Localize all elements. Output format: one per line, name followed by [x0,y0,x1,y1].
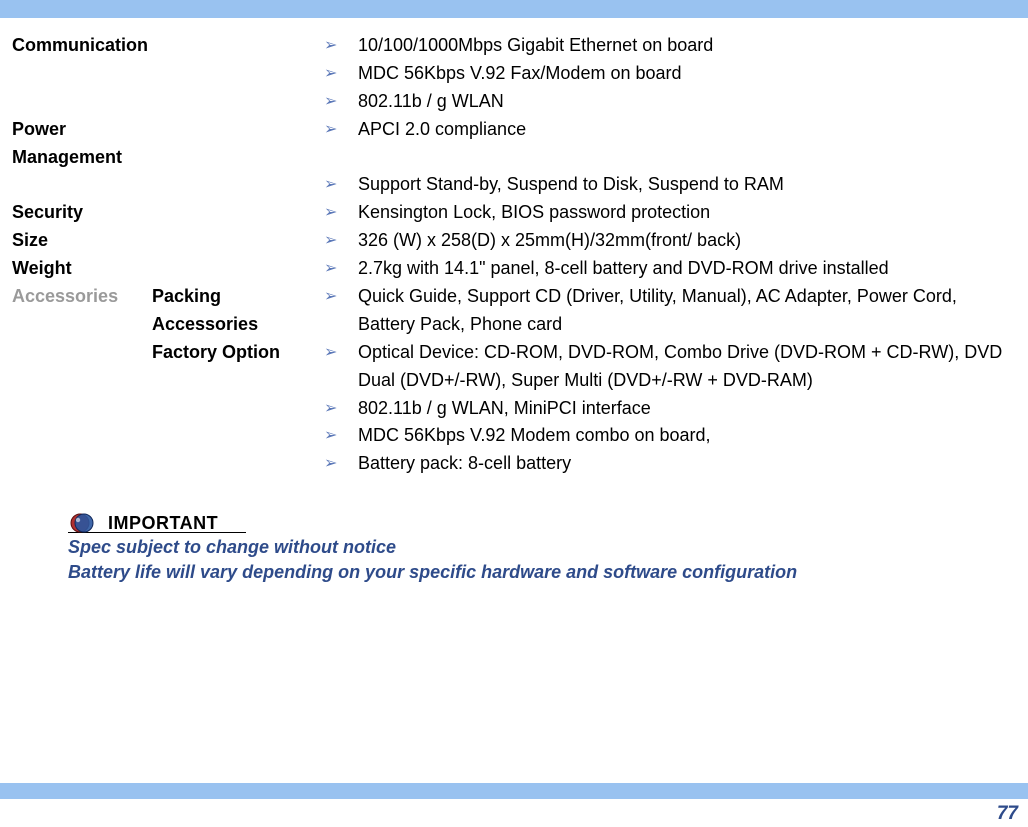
triangle-bullet-icon: ➢ [310,88,358,115]
triangle-bullet-icon: ➢ [310,283,358,310]
spec-category: Security [12,199,152,227]
spec-row: Power Management ➢APCI 2.0 compliance [12,116,1016,172]
spec-row: ➢Battery pack: 8-cell battery [12,450,1016,478]
important-notes: Spec subject to change without noticeBat… [68,535,1016,584]
spec-item-text: Kensington Lock, BIOS password protectio… [358,199,1008,227]
triangle-bullet-icon: ➢ [310,32,358,59]
header-bar [0,0,1028,18]
spec-row: Factory Option➢Optical Device: CD-ROM, D… [12,339,1016,395]
triangle-bullet-icon: ➢ [310,60,358,87]
triangle-bullet-icon: ➢ [310,450,358,477]
spec-items: ➢MDC 56Kbps V.92 Modem combo on board, [310,422,1016,450]
spec-items: ➢326 (W) x 258(D) x 25mm(H)/32mm(front/ … [310,227,1016,255]
spec-row: Security ➢Kensington Lock, BIOS password … [12,199,1016,227]
spec-row: AccessoriesPacking Accessories➢Quick Gui… [12,283,1016,339]
spec-items: ➢Quick Guide, Support CD (Driver, Utilit… [310,283,1016,339]
spec-item-text: Battery pack: 8-cell battery [358,450,1008,478]
spec-item-text: MDC 56Kbps V.92 Modem combo on board, [358,422,1008,450]
spec-item: ➢Kensington Lock, BIOS password protecti… [310,199,1016,227]
spec-row: ➢Support Stand-by, Suspend to Disk, Susp… [12,171,1016,199]
spec-item: ➢Support Stand-by, Suspend to Disk, Susp… [310,171,1016,199]
spec-items: ➢Battery pack: 8-cell battery [310,450,1016,478]
spec-items: ➢802.11b / g WLAN, MiniPCI interface [310,395,1016,423]
spec-row: Communication ➢10/100/1000Mbps Gigabit Et… [12,32,1016,60]
spec-item: ➢2.7kg with 14.1" panel, 8-cell battery … [310,255,1016,283]
footer-bar [0,783,1028,799]
important-label: IMPORTANT [108,513,218,534]
triangle-bullet-icon: ➢ [310,116,358,143]
spec-item-text: Quick Guide, Support CD (Driver, Utility… [358,283,1008,339]
spec-category: Weight [12,255,152,283]
spec-item: ➢Battery pack: 8-cell battery [310,450,1016,478]
spec-item: ➢MDC 56Kbps V.92 Fax/Modem on board [310,60,1016,88]
spec-item-text: 326 (W) x 258(D) x 25mm(H)/32mm(front/ b… [358,227,1008,255]
spec-category: Size [12,227,152,255]
important-note-line: Spec subject to change without notice [68,535,1016,559]
spec-item-text: Support Stand-by, Suspend to Disk, Suspe… [358,171,1008,199]
spec-item: ➢326 (W) x 258(D) x 25mm(H)/32mm(front/ … [310,227,1016,255]
spec-subcategory: Factory Option [152,339,310,367]
triangle-bullet-icon: ➢ [310,199,358,226]
spec-item-text: 802.11b / g WLAN [358,88,1008,116]
spec-item: ➢10/100/1000Mbps Gigabit Ethernet on boa… [310,32,1016,60]
page-number: 77 [997,803,1018,825]
spec-category: Communication [12,32,152,60]
spec-category: Power Management [12,116,152,172]
spec-row: Weight ➢2.7kg with 14.1" panel, 8-cell ba… [12,255,1016,283]
spec-items: ➢Support Stand-by, Suspend to Disk, Susp… [310,171,1016,199]
triangle-bullet-icon: ➢ [310,422,358,449]
spec-item: ➢Optical Device: CD-ROM, DVD-ROM, Combo … [310,339,1016,395]
spec-items: ➢10/100/1000Mbps Gigabit Ethernet on boa… [310,32,1016,60]
spec-table: Communication➢10/100/1000Mbps Gigabit Et… [12,32,1016,478]
triangle-bullet-icon: ➢ [310,395,358,422]
important-block: IMPORTANT Spec subject to change without… [68,512,1016,584]
spec-row: ➢MDC 56Kbps V.92 Fax/Modem on board [12,60,1016,88]
spec-item-text: 802.11b / g WLAN, MiniPCI interface [358,395,1008,423]
spec-item: ➢802.11b / g WLAN, MiniPCI interface [310,395,1016,423]
spec-item-text: 2.7kg with 14.1" panel, 8-cell battery a… [358,255,1008,283]
spec-item: ➢Quick Guide, Support CD (Driver, Utilit… [310,283,1016,339]
spec-item-text: MDC 56Kbps V.92 Fax/Modem on board [358,60,1008,88]
triangle-bullet-icon: ➢ [310,339,358,366]
important-header: IMPORTANT [68,512,248,534]
spec-item: ➢802.11b / g WLAN [310,88,1016,116]
spec-items: ➢MDC 56Kbps V.92 Fax/Modem on board [310,60,1016,88]
spec-item: ➢APCI 2.0 compliance [310,116,1016,144]
spec-subcategory: Packing Accessories [152,283,310,339]
spec-row: ➢802.11b / g WLAN, MiniPCI interface [12,395,1016,423]
spec-items: ➢APCI 2.0 compliance [310,116,1016,144]
triangle-bullet-icon: ➢ [310,255,358,282]
important-icon [68,512,98,534]
important-note-line: Battery life will vary depending on your… [68,560,1016,584]
spec-item: ➢MDC 56Kbps V.92 Modem combo on board, [310,422,1016,450]
spec-items: ➢Optical Device: CD-ROM, DVD-ROM, Combo … [310,339,1016,395]
spec-category: Accessories [12,283,152,311]
triangle-bullet-icon: ➢ [310,227,358,254]
spec-item-text: Optical Device: CD-ROM, DVD-ROM, Combo D… [358,339,1008,395]
triangle-bullet-icon: ➢ [310,171,358,198]
spec-row: Size ➢326 (W) x 258(D) x 25mm(H)/32mm(fro… [12,227,1016,255]
spec-items: ➢802.11b / g WLAN [310,88,1016,116]
spec-item-text: APCI 2.0 compliance [358,116,1008,144]
spec-items: ➢2.7kg with 14.1" panel, 8-cell battery … [310,255,1016,283]
spec-items: ➢Kensington Lock, BIOS password protecti… [310,199,1016,227]
spec-item-text: 10/100/1000Mbps Gigabit Ethernet on boar… [358,32,1008,60]
content-area: Communication➢10/100/1000Mbps Gigabit Et… [0,18,1028,584]
spec-row: ➢802.11b / g WLAN [12,88,1016,116]
spec-row: ➢MDC 56Kbps V.92 Modem combo on board, [12,422,1016,450]
